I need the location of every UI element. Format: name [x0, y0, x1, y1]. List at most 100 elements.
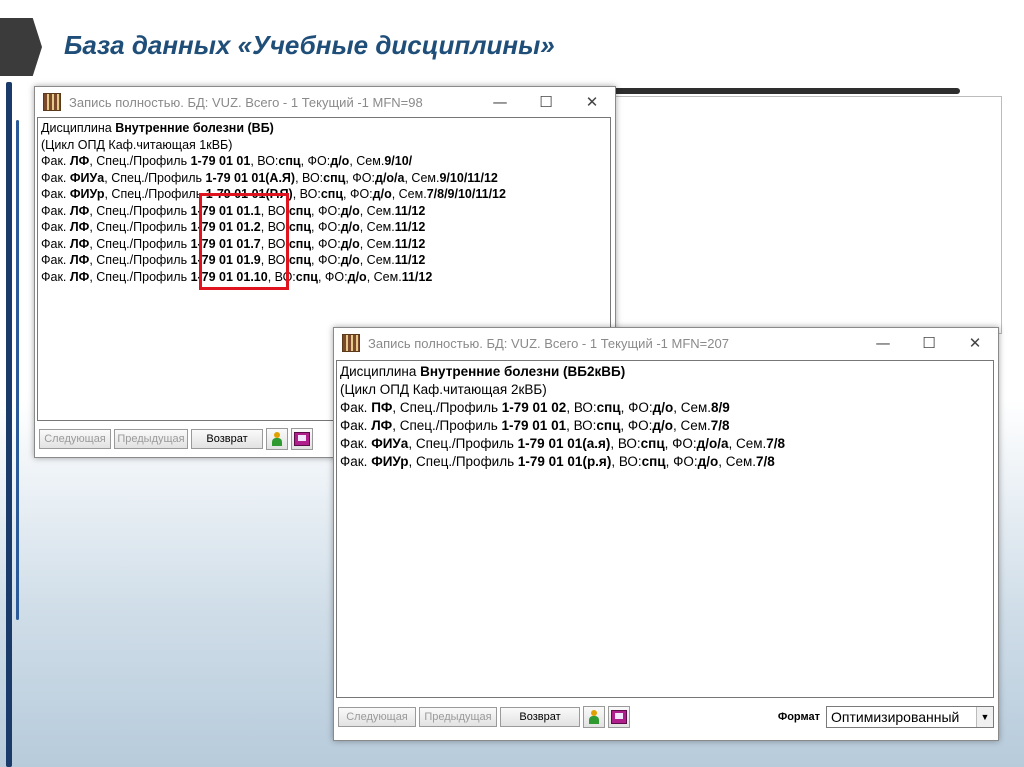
record-line-segment: Дисциплина: [41, 121, 116, 135]
record-line-segment: ЛФ: [69, 154, 90, 168]
maximize-button[interactable]: ☐: [906, 328, 952, 358]
record-line-segment: , Сем.: [391, 187, 427, 201]
record-line-segment: , ФО:: [311, 203, 341, 218]
record-line-segment: , ВО:: [295, 170, 324, 185]
minimize-button[interactable]: —: [477, 87, 523, 117]
record-line-segment: , ФО:: [620, 418, 653, 433]
record-line-segment: спц: [278, 154, 301, 168]
record-line-segment: спц: [596, 400, 621, 415]
record-text-area[interactable]: Дисциплина Внутренние болезни (ВБ2кВБ) (Ц…: [336, 360, 994, 698]
record-line-segment: Фак.: [41, 269, 70, 284]
record-line-segment: Фак.: [340, 418, 372, 433]
record-line-segment: спц: [640, 436, 665, 451]
window-2-title: Запись полностью. БД: VUZ. Всего - 1 Тек…: [368, 335, 729, 351]
record-line-segment: Фак.: [340, 400, 372, 415]
record-line-segment: спц: [641, 454, 666, 469]
maximize-button[interactable]: ☐: [523, 87, 569, 117]
next-button[interactable]: Следующая: [338, 707, 416, 727]
prev-button[interactable]: Предыдущая: [419, 707, 497, 727]
record-line-segment: 7/8: [756, 454, 775, 469]
record-line-segment: Фак.: [41, 236, 70, 251]
card-icon-button[interactable]: [608, 706, 630, 728]
record-line-segment: д/о: [347, 269, 367, 284]
record-line-segment: , Сем.: [359, 253, 395, 267]
close-button[interactable]: ✕: [569, 87, 615, 117]
format-select[interactable]: Оптимизированный ▼: [826, 706, 994, 728]
card-icon-button[interactable]: [291, 428, 313, 450]
minimize-button[interactable]: —: [860, 328, 906, 358]
record-line-segment: Фак.: [41, 187, 70, 201]
record-line-segment: , Спец./Профиль: [89, 203, 191, 218]
record-line-segment: , ВО:: [250, 154, 279, 168]
record-line-segment: ЛФ: [371, 418, 393, 433]
record-line-segment: , ФО:: [311, 253, 341, 267]
record-line-segment: (Цикл ОПД Каф.читающая 1кВБ): [41, 137, 233, 152]
window-2-button-bar: Следующая Предыдущая Возврат Формат Опти…: [338, 706, 994, 728]
record-line-segment: 1-79 01 01: [190, 154, 251, 168]
chevron-down-icon[interactable]: ▼: [976, 707, 993, 727]
app-icon: [43, 93, 61, 111]
record-line-segment: , Сем.: [673, 400, 712, 415]
background-window: [602, 96, 1002, 334]
record-line-segment: ФИУа: [69, 170, 105, 185]
prev-button[interactable]: Предыдущая: [114, 429, 188, 449]
format-label: Формат: [777, 711, 820, 723]
record-line-segment: 11/12: [394, 203, 426, 218]
record-line-segment: д/о: [340, 203, 360, 218]
record-line-segment: Фак.: [41, 253, 70, 267]
record-line-segment: , Сем.: [359, 220, 395, 234]
record-line-segment: спц: [295, 269, 318, 284]
person-icon-button[interactable]: [583, 706, 605, 728]
record-line-segment: д/о: [330, 154, 350, 168]
highlight-box: [199, 193, 289, 290]
record-line-segment: Внутренние болезни (ВБ): [115, 121, 274, 135]
record-line-segment: 7/8: [710, 418, 730, 433]
record-line: Фак. ЛФ, Спец./Профиль 1-79 01 01, ВО:сп…: [340, 417, 990, 435]
person-icon-button[interactable]: [266, 428, 288, 450]
record-line-segment: , ФО:: [317, 269, 348, 284]
person-icon: [589, 710, 599, 724]
record-line: Фак. ФИУр, Спец./Профиль 1-79 01 01(Р.Я)…: [41, 186, 607, 203]
record-line-segment: д/о: [652, 418, 673, 433]
record-line-segment: д/о/а: [375, 170, 405, 185]
record-line-segment: , Спец./Профиль: [89, 236, 191, 251]
record-line-segment: д/о: [340, 220, 360, 234]
record-line: Фак. ЛФ, Спец./Профиль 1-79 01 01.10, ВО…: [41, 269, 607, 286]
record-line-segment: 1-79 01 02: [501, 400, 567, 415]
card-icon: [611, 710, 627, 724]
record-line-segment: ЛФ: [69, 253, 90, 267]
window-2-titlebar[interactable]: Запись полностью. БД: VUZ. Всего - 1 Тек…: [334, 328, 998, 358]
record-line-segment: , Сем.: [728, 436, 767, 451]
record-line: Фак. ЛФ, Спец./Профиль 1-79 01 01.7, ВО:…: [41, 236, 607, 253]
record-line-segment: , Сем.: [359, 236, 395, 251]
record-line-segment: д/о: [340, 253, 360, 267]
slide-title: База данных «Учебные дисциплины»: [64, 30, 555, 60]
record-line: Фак. ФИУа, Спец./Профиль 1-79 01 01(а.я)…: [340, 435, 990, 453]
record-line-segment: Фак.: [41, 220, 70, 234]
window-1-button-bar: Следующая Предыдущая Возврат: [39, 428, 313, 450]
record-line-segment: Фак.: [41, 203, 70, 218]
record-line-segment: , Сем.: [718, 454, 756, 469]
record-line-segment: 1-79 01 01(А.Я): [205, 170, 296, 185]
record-line-segment: , Сем.: [672, 418, 711, 433]
record-line-segment: 9/10/: [384, 154, 413, 168]
record-line-segment: ПФ: [371, 400, 393, 415]
record-line: Фак. ЛФ, Спец./Профиль 1-79 01 01, ВО:сп…: [41, 153, 607, 170]
record-line: Фак. ФИУр, Спец./Профиль 1-79 01 01(р.я)…: [340, 453, 990, 471]
record-line: Фак. ЛФ, Спец./Профиль 1-79 01 01.2, ВО:…: [41, 219, 607, 236]
window-1-titlebar[interactable]: Запись полностью. БД: VUZ. Всего - 1 Тек…: [35, 87, 615, 117]
record-line-segment: , ФО:: [311, 236, 341, 251]
record-line-segment: спц: [288, 220, 312, 234]
record-line-segment: ЛФ: [69, 269, 90, 284]
record-line-segment: ЛФ: [69, 236, 90, 251]
record-line-segment: спц: [323, 170, 346, 185]
record-line-segment: , ВО:: [611, 454, 642, 469]
back-button[interactable]: Возврат: [191, 429, 263, 449]
record-line-segment: д/о/а: [696, 436, 729, 451]
record-line: Дисциплина Внутренние болезни (ВБ2кВБ): [340, 363, 990, 381]
next-button[interactable]: Следующая: [39, 429, 111, 449]
record-line-segment: 11/12: [394, 236, 426, 251]
back-button[interactable]: Возврат: [500, 707, 580, 727]
record-line-segment: ЛФ: [69, 203, 90, 218]
close-button[interactable]: ✕: [952, 328, 998, 358]
